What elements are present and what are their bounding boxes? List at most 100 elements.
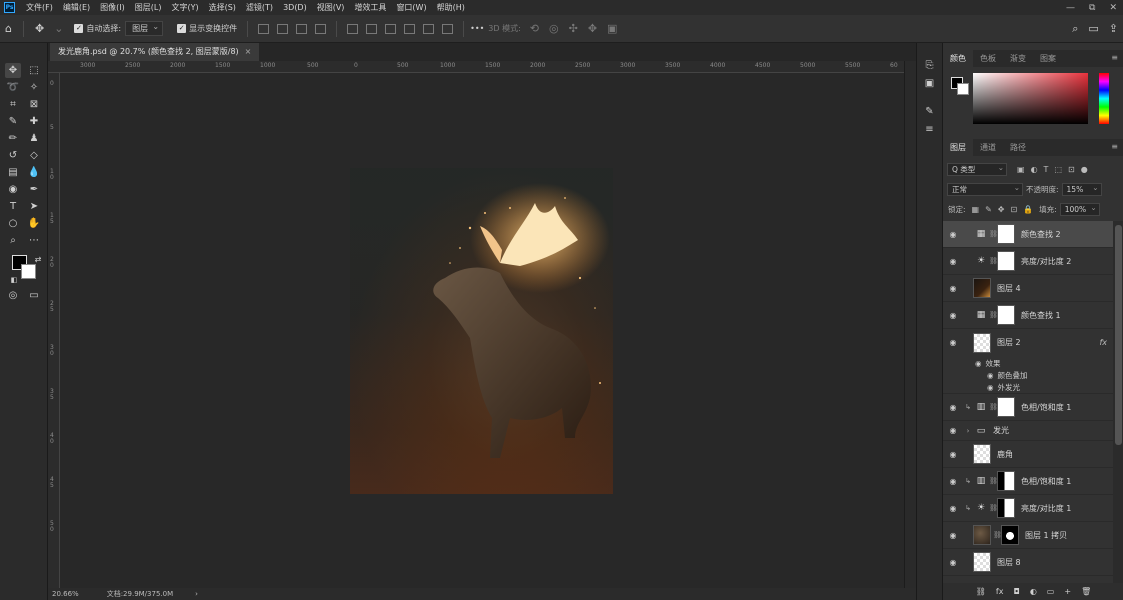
eraser-tool-icon[interactable]: ◇ bbox=[26, 148, 42, 163]
comments-panel-icon[interactable]: ▣ bbox=[923, 77, 936, 90]
gradient-tool-icon[interactable]: ▤ bbox=[5, 165, 21, 180]
layer-row[interactable]: ◉ 图层 8 bbox=[943, 549, 1113, 576]
align-right-icon[interactable] bbox=[296, 23, 308, 34]
menu-type[interactable]: 文字(Y) bbox=[166, 2, 203, 13]
eye-icon[interactable]: ◉ bbox=[975, 359, 982, 368]
close-button[interactable]: ✕ bbox=[1109, 3, 1117, 13]
align-bottom-icon[interactable] bbox=[385, 23, 397, 34]
tab-layers[interactable]: 图层 bbox=[943, 139, 973, 156]
distribute-vertical-icon[interactable] bbox=[404, 23, 416, 34]
eye-icon[interactable]: ◉ bbox=[943, 338, 963, 347]
layer-row[interactable]: ◉ ↳ ▥ ⛓ 色相/饱和度 1 bbox=[943, 468, 1113, 495]
eye-icon[interactable]: ◉ bbox=[943, 284, 963, 293]
mask-thumbnail[interactable] bbox=[997, 397, 1015, 417]
move-tool-icon[interactable]: ✥ bbox=[35, 22, 44, 35]
swap-colors-icon[interactable]: ⇄ bbox=[30, 252, 46, 267]
add-style-icon[interactable]: fx bbox=[996, 587, 1004, 596]
chevron-right-icon[interactable]: › bbox=[963, 427, 973, 435]
auto-select-dropdown[interactable]: 图层 bbox=[125, 20, 164, 36]
brush-tool-icon[interactable]: ✏ bbox=[5, 131, 21, 146]
filter-pixel-icon[interactable]: ▣ bbox=[1017, 165, 1025, 174]
layer-filter-dropdown[interactable]: Q 类型 bbox=[947, 162, 1007, 176]
eye-icon[interactable]: ◉ bbox=[987, 383, 994, 392]
layer-row[interactable]: ◉ ▦ ⛓ 颜色查找 2 bbox=[943, 221, 1113, 248]
hue-slider[interactable] bbox=[1099, 73, 1109, 124]
align-top-icon[interactable] bbox=[347, 23, 359, 34]
ellipse-tool-icon[interactable]: ○ bbox=[5, 216, 21, 231]
menu-filter[interactable]: 滤镜(T) bbox=[241, 2, 278, 13]
panel-menu-icon[interactable]: ≡ bbox=[1111, 142, 1118, 151]
type-tool-icon[interactable]: T bbox=[5, 199, 21, 214]
share-icon[interactable]: ⇪ bbox=[1109, 22, 1118, 35]
layer-thumbnail[interactable] bbox=[973, 332, 991, 353]
screen-mode-icon[interactable]: ▭ bbox=[26, 288, 42, 303]
new-group-icon[interactable]: ▭ bbox=[1047, 587, 1055, 596]
magic-wand-tool-icon[interactable]: ✧ bbox=[26, 80, 42, 95]
menu-select[interactable]: 选择(S) bbox=[204, 2, 241, 13]
distribute-spacing-icon[interactable] bbox=[423, 23, 435, 34]
menu-image[interactable]: 图像(I) bbox=[95, 2, 130, 13]
distribute-icon[interactable] bbox=[315, 23, 327, 34]
filter-toggle-icon[interactable]: ● bbox=[1081, 165, 1088, 174]
eye-icon[interactable]: ◉ bbox=[943, 257, 963, 266]
panel-menu-icon[interactable]: ≡ bbox=[1111, 53, 1118, 62]
adjustment-layer-icon[interactable]: ◐ bbox=[1030, 587, 1037, 596]
hand-tool-icon[interactable]: ✋ bbox=[26, 216, 42, 231]
scrollbar-thumb[interactable] bbox=[1115, 225, 1122, 445]
filter-smart-icon[interactable]: ⊡ bbox=[1068, 165, 1075, 174]
3d-drag-icon[interactable]: ✣ bbox=[569, 22, 578, 35]
history-panel-icon[interactable]: ⎘ bbox=[923, 59, 936, 72]
zoom-level[interactable]: 20.66% bbox=[52, 590, 79, 598]
crop-tool-icon[interactable]: ⌗ bbox=[5, 97, 21, 112]
mask-thumbnail[interactable] bbox=[997, 224, 1015, 244]
3d-roll-icon[interactable]: ◎ bbox=[549, 22, 559, 35]
marquee-tool-icon[interactable]: ⬚ bbox=[26, 63, 42, 78]
history-brush-tool-icon[interactable]: ↺ bbox=[5, 148, 21, 163]
fx-icon[interactable]: fx bbox=[1099, 338, 1107, 347]
group-row[interactable]: ◉ › ▭ 发光 bbox=[943, 421, 1113, 441]
filter-adjustment-icon[interactable]: ◐ bbox=[1031, 165, 1038, 174]
layer-row[interactable]: ◉ 图层 4 bbox=[943, 275, 1113, 302]
status-menu-arrow[interactable]: › bbox=[195, 590, 198, 598]
zoom-tool-icon[interactable]: ⌕ bbox=[5, 233, 21, 248]
layer-thumbnail[interactable] bbox=[973, 278, 991, 298]
close-tab-icon[interactable]: × bbox=[245, 47, 252, 56]
lock-position-icon[interactable]: ✥ bbox=[998, 205, 1005, 214]
mask-thumbnail[interactable] bbox=[1001, 525, 1019, 545]
mask-thumbnail[interactable] bbox=[997, 251, 1015, 271]
layer-row[interactable]: ◉ 图层 2 fx bbox=[943, 329, 1113, 356]
align-hcenter-icon[interactable] bbox=[277, 23, 289, 34]
fill-input[interactable]: 100% bbox=[1059, 202, 1100, 216]
align-vcenter-icon[interactable] bbox=[366, 23, 378, 34]
lock-all-icon[interactable]: 🔒 bbox=[1023, 205, 1033, 214]
opacity-input[interactable]: 15% bbox=[1061, 182, 1102, 196]
menu-file[interactable]: 文件(F) bbox=[21, 2, 58, 13]
filter-type-icon[interactable]: T bbox=[1044, 165, 1049, 174]
eye-icon[interactable]: ◉ bbox=[943, 558, 963, 567]
lock-transparent-icon[interactable]: ▦ bbox=[972, 205, 980, 214]
canvas-scrollbar[interactable] bbox=[904, 61, 916, 588]
menu-help[interactable]: 帮助(H) bbox=[432, 2, 470, 13]
dodge-tool-icon[interactable]: ◉ bbox=[5, 182, 21, 197]
menu-window[interactable]: 窗口(W) bbox=[391, 2, 431, 13]
brush-panel-icon[interactable]: ✎ bbox=[923, 105, 936, 118]
stamp-tool-icon[interactable]: ♟ bbox=[26, 131, 42, 146]
pen-tool-icon[interactable]: ✒ bbox=[26, 182, 42, 197]
path-selection-tool-icon[interactable]: ➤ bbox=[26, 199, 42, 214]
search-icon[interactable]: ⌕ bbox=[1072, 22, 1078, 36]
tab-patterns[interactable]: 图案 bbox=[1033, 50, 1063, 67]
add-mask-icon[interactable]: ◘ bbox=[1013, 587, 1019, 596]
mask-thumbnail[interactable] bbox=[997, 305, 1015, 325]
mask-thumbnail[interactable] bbox=[997, 471, 1015, 491]
color-picker-field[interactable] bbox=[973, 73, 1088, 124]
tab-gradients[interactable]: 渐变 bbox=[1003, 50, 1033, 67]
eye-icon[interactable]: ◉ bbox=[943, 531, 963, 540]
align-left-icon[interactable] bbox=[258, 23, 270, 34]
eye-icon[interactable]: ◉ bbox=[943, 403, 963, 412]
blur-tool-icon[interactable]: 💧 bbox=[26, 165, 42, 180]
home-icon[interactable]: ⌂ bbox=[5, 22, 12, 35]
delete-layer-icon[interactable]: 🗑 bbox=[1081, 587, 1091, 596]
workspace-icon[interactable]: ▭ bbox=[1088, 22, 1098, 35]
mask-thumbnail[interactable] bbox=[997, 498, 1015, 518]
eye-icon[interactable]: ◉ bbox=[943, 504, 963, 513]
